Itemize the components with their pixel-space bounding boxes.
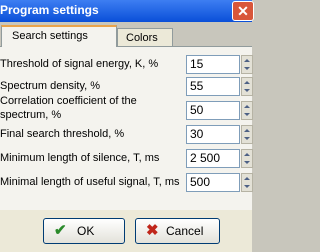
cancel-button[interactable]: ✖ Cancel bbox=[135, 218, 220, 244]
correlation-input[interactable]: 50 bbox=[186, 101, 240, 120]
spin-up-icon[interactable] bbox=[244, 59, 250, 62]
tab-colors[interactable]: Colors bbox=[117, 28, 173, 47]
spin-up-icon[interactable] bbox=[244, 153, 250, 156]
ok-button[interactable]: ✔ OK bbox=[43, 218, 125, 244]
cancel-button-label: Cancel bbox=[166, 224, 204, 238]
window-title: Program settings bbox=[0, 3, 99, 17]
ok-button-label: OK bbox=[77, 224, 95, 238]
field-label: spectrum, % bbox=[0, 109, 62, 121]
field-label: Final search threshold, % bbox=[0, 128, 125, 140]
useful-signal-length-input[interactable]: 500 bbox=[186, 173, 240, 192]
field-label: Correlation coefficient of the bbox=[0, 95, 137, 107]
useful-signal-length-spinner[interactable] bbox=[241, 173, 253, 192]
tab-label: Search settings bbox=[12, 30, 88, 42]
spin-up-icon[interactable] bbox=[244, 129, 250, 132]
tab-label: Colors bbox=[126, 32, 158, 44]
field-label: Spectrum density, % bbox=[0, 80, 101, 92]
field-label: Minimum length of silence, T, ms bbox=[0, 152, 160, 164]
energy-threshold-input[interactable]: 15 bbox=[186, 55, 240, 74]
close-button[interactable]: ✕ bbox=[232, 1, 254, 21]
field-label: Minimal length of useful signal, T, ms bbox=[0, 176, 180, 188]
dialog-footer: ✔ OK ✖ Cancel bbox=[0, 210, 252, 252]
spin-down-icon[interactable] bbox=[244, 161, 250, 164]
checkmark-icon: ✔ bbox=[54, 222, 67, 239]
spectrum-density-input[interactable]: 55 bbox=[186, 77, 240, 96]
silence-length-input[interactable]: 2 500 bbox=[186, 149, 240, 168]
silence-length-spinner[interactable] bbox=[241, 149, 253, 168]
spectrum-density-spinner[interactable] bbox=[241, 77, 253, 96]
field-label: Threshold of signal energy, K, % bbox=[0, 58, 159, 70]
cross-icon: ✖ bbox=[146, 222, 159, 239]
correlation-spinner[interactable] bbox=[241, 101, 253, 120]
final-threshold-input[interactable]: 30 bbox=[186, 125, 240, 144]
spin-down-icon[interactable] bbox=[244, 185, 250, 188]
search-settings-panel: Threshold of signal energy, K, % 15 Spec… bbox=[0, 46, 253, 210]
spin-up-icon[interactable] bbox=[244, 177, 250, 180]
energy-threshold-spinner[interactable] bbox=[241, 55, 253, 74]
spin-down-icon[interactable] bbox=[244, 113, 250, 116]
spin-down-icon[interactable] bbox=[244, 89, 250, 92]
spin-up-icon[interactable] bbox=[244, 105, 250, 108]
spin-down-icon[interactable] bbox=[244, 137, 250, 140]
spin-down-icon[interactable] bbox=[244, 67, 250, 70]
tab-search-settings[interactable]: Search settings bbox=[1, 25, 117, 47]
spin-up-icon[interactable] bbox=[244, 81, 250, 84]
close-icon: ✕ bbox=[237, 3, 249, 19]
final-threshold-spinner[interactable] bbox=[241, 125, 253, 144]
title-bar: Program settings ✕ bbox=[0, 0, 254, 22]
